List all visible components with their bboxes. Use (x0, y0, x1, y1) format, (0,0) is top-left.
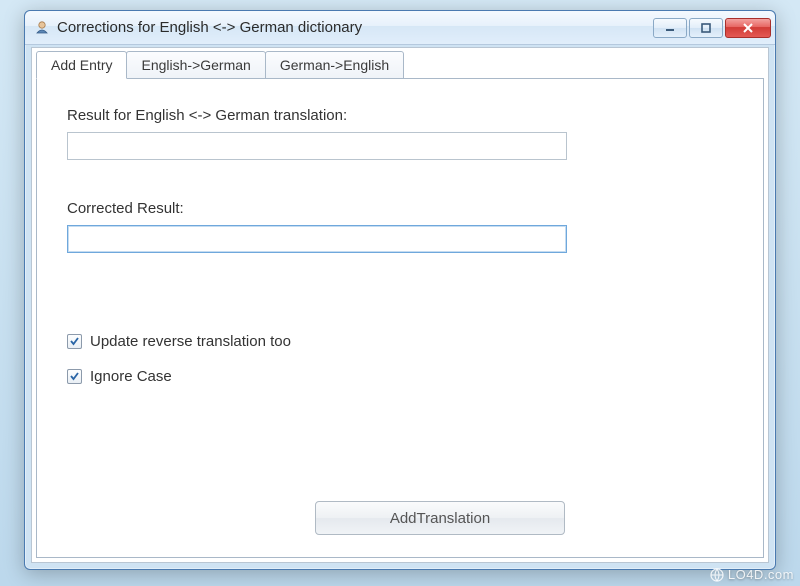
watermark: LO4D.com (710, 567, 794, 582)
tab-german-english[interactable]: German->English (265, 51, 404, 79)
ignore-case-label: Ignore Case (90, 368, 172, 385)
watermark-text: LO4D.com (728, 567, 794, 582)
globe-icon (710, 568, 724, 582)
tab-label: Add Entry (51, 57, 112, 73)
result-field-group: Result for English <-> German translatio… (67, 107, 733, 160)
app-icon (33, 19, 51, 37)
tab-add-entry[interactable]: Add Entry (36, 51, 127, 79)
corrected-input[interactable] (67, 225, 567, 253)
window-title: Corrections for English <-> German dicti… (57, 19, 653, 36)
maximize-button[interactable] (689, 18, 723, 38)
minimize-button[interactable] (653, 18, 687, 38)
update-reverse-label: Update reverse translation too (90, 333, 291, 350)
tab-panel-add-entry: Result for English <-> German translatio… (36, 78, 764, 558)
dialog-window: Corrections for English <-> German dicti… (24, 10, 776, 570)
tab-label: English->German (141, 57, 250, 73)
corrected-field-group: Corrected Result: (67, 200, 733, 253)
tab-english-german[interactable]: English->German (126, 51, 265, 79)
update-reverse-row: Update reverse translation too (67, 333, 733, 350)
ignore-case-row: Ignore Case (67, 368, 733, 385)
result-input[interactable] (67, 132, 567, 160)
client-area: Add Entry English->German German->Englis… (31, 47, 769, 563)
result-label: Result for English <-> German translatio… (67, 107, 733, 124)
tab-strip: Add Entry English->German German->Englis… (32, 49, 768, 79)
ignore-case-checkbox[interactable] (67, 369, 82, 384)
corrected-label: Corrected Result: (67, 200, 733, 217)
update-reverse-checkbox[interactable] (67, 334, 82, 349)
add-translation-label: AddTranslation (390, 510, 490, 527)
window-buttons (653, 18, 771, 38)
titlebar[interactable]: Corrections for English <-> German dicti… (25, 11, 775, 45)
tab-label: German->English (280, 57, 389, 73)
add-translation-button[interactable]: AddTranslation (315, 501, 565, 535)
close-button[interactable] (725, 18, 771, 38)
